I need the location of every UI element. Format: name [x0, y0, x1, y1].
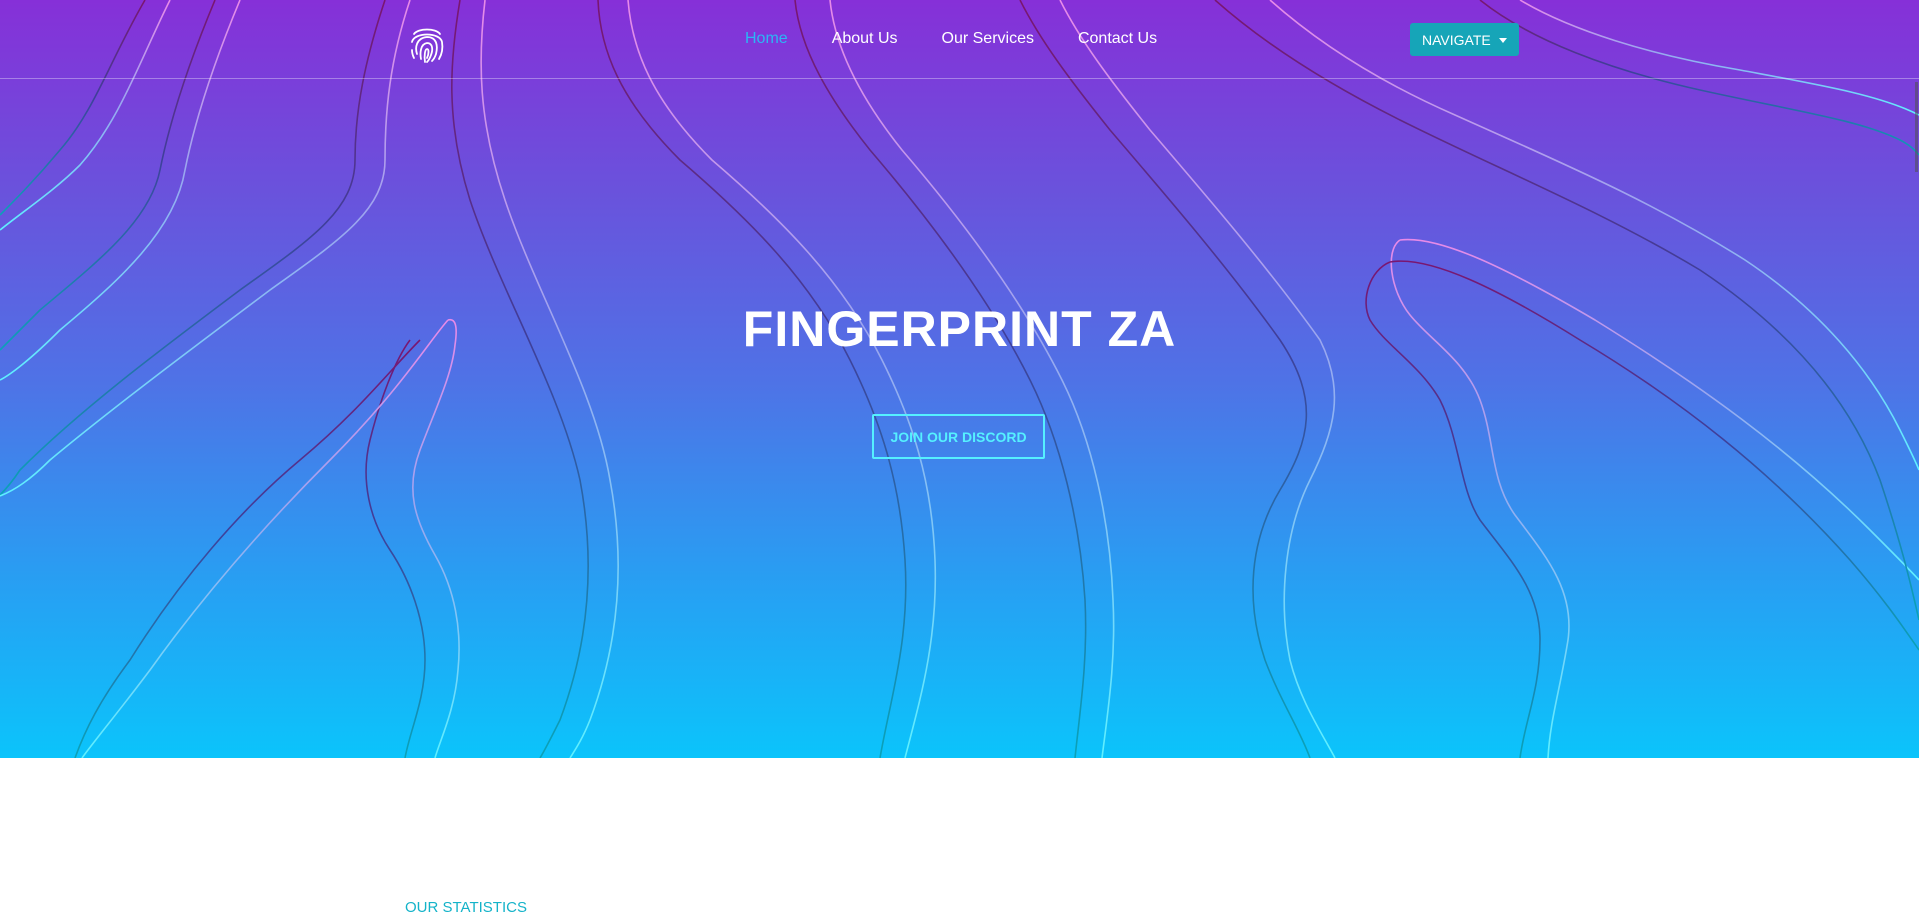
statistics-section-label: OUR STATISTICS: [405, 899, 527, 916]
nav-link-about-us[interactable]: About Us: [832, 30, 898, 48]
nav-link-contact-us[interactable]: Contact Us: [1078, 30, 1157, 48]
contour-background: [0, 0, 1919, 758]
fingerprint-icon[interactable]: [408, 24, 446, 64]
page: Home About Us Our Services Contact Us NA…: [0, 0, 1919, 918]
caret-down-icon: [1498, 37, 1507, 43]
main-nav: Home About Us Our Services Contact Us: [745, 30, 1201, 48]
hero-section: Home About Us Our Services Contact Us NA…: [0, 0, 1919, 758]
top-navbar: Home About Us Our Services Contact Us NA…: [0, 0, 1919, 79]
nav-link-our-services[interactable]: Our Services: [942, 30, 1034, 48]
navigate-dropdown-label: NAVIGATE: [1422, 31, 1491, 48]
join-discord-button[interactable]: JOIN OUR DISCORD: [872, 414, 1045, 459]
hero-title: FINGERPRINT ZA: [742, 301, 1177, 357]
navigate-dropdown-button[interactable]: NAVIGATE: [1410, 23, 1519, 56]
scrollbar-thumb[interactable]: [1915, 82, 1918, 172]
nav-link-home[interactable]: Home: [745, 30, 788, 48]
